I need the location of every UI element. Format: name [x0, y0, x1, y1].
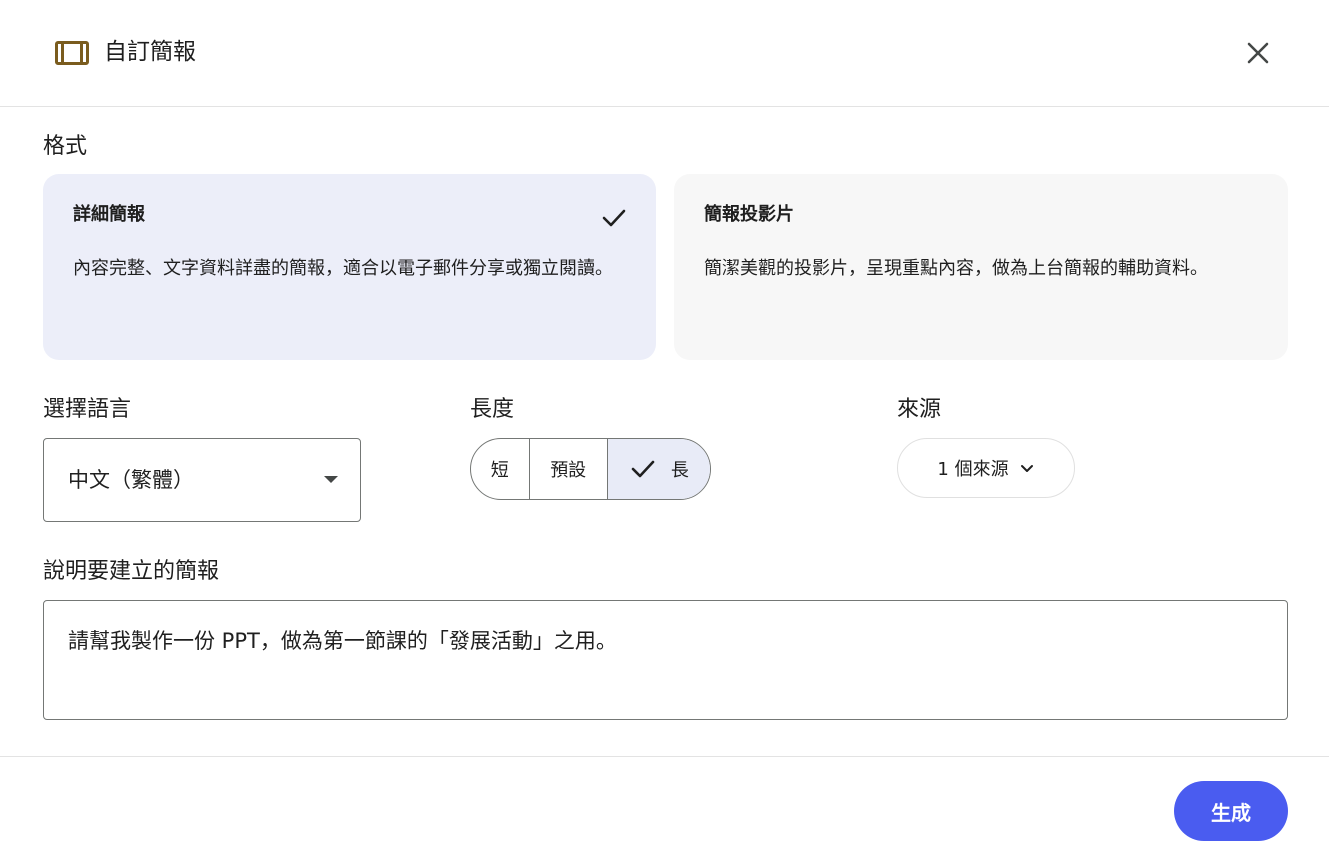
- slides-icon: [55, 41, 89, 65]
- prompt-textarea[interactable]: 請幫我製作一份 PPT，做為第一節課的「發展活動」之用。: [43, 600, 1288, 720]
- length-segmented-control: 短 預設 長: [470, 438, 711, 500]
- length-option-default[interactable]: 預設: [528, 439, 607, 499]
- length-label: 長度: [470, 397, 515, 422]
- format-option-title: 詳細簡報: [73, 204, 145, 225]
- length-option-label: 長: [670, 460, 689, 481]
- source-label: 來源: [897, 397, 942, 422]
- format-option-description: 簡潔美觀的投影片，呈現重點內容，做為上台簡報的輔助資料。: [704, 258, 1208, 279]
- format-option-slides[interactable]: 簡報投影片 簡潔美觀的投影片，呈現重點內容，做為上台簡報的輔助資料。: [674, 174, 1288, 360]
- format-label: 格式: [43, 134, 88, 159]
- source-count: 1 個來源: [937, 459, 1009, 480]
- close-button[interactable]: [1238, 33, 1278, 73]
- dialog-title: 自訂簡報: [104, 39, 196, 65]
- length-option-label: 短: [490, 460, 509, 481]
- chevron-down-icon: [1020, 465, 1033, 472]
- language-label: 選擇語言: [43, 397, 132, 422]
- length-option-label: 預設: [550, 460, 587, 481]
- dropdown-arrow-icon: [324, 476, 338, 483]
- language-select-value: 中文（繁體）: [68, 468, 194, 492]
- format-option-description: 內容完整、文字資料詳盡的簡報，適合以電子郵件分享或獨立閱讀。: [73, 258, 613, 279]
- format-option-detailed[interactable]: 詳細簡報 內容完整、文字資料詳盡的簡報，適合以電子郵件分享或獨立閱讀。: [43, 174, 656, 360]
- language-select[interactable]: 中文（繁體）: [43, 438, 361, 522]
- footer-divider: [0, 756, 1329, 757]
- source-dropdown-button[interactable]: 1 個來源: [897, 438, 1075, 498]
- check-icon: [631, 460, 655, 478]
- format-option-title: 簡報投影片: [704, 204, 794, 225]
- check-icon: [602, 209, 626, 227]
- customize-presentation-dialog: 自訂簡報 格式 詳細簡報 內容完整、文字資料詳盡的簡報，適合以電子郵件分享或獨立…: [0, 0, 1329, 857]
- generate-button[interactable]: 生成: [1174, 781, 1288, 841]
- length-option-short[interactable]: 短: [471, 439, 529, 499]
- dialog-header: 自訂簡報: [0, 0, 1329, 107]
- close-icon: [1247, 42, 1269, 64]
- length-option-long[interactable]: 長: [606, 439, 710, 499]
- prompt-label: 說明要建立的簡報: [43, 559, 220, 584]
